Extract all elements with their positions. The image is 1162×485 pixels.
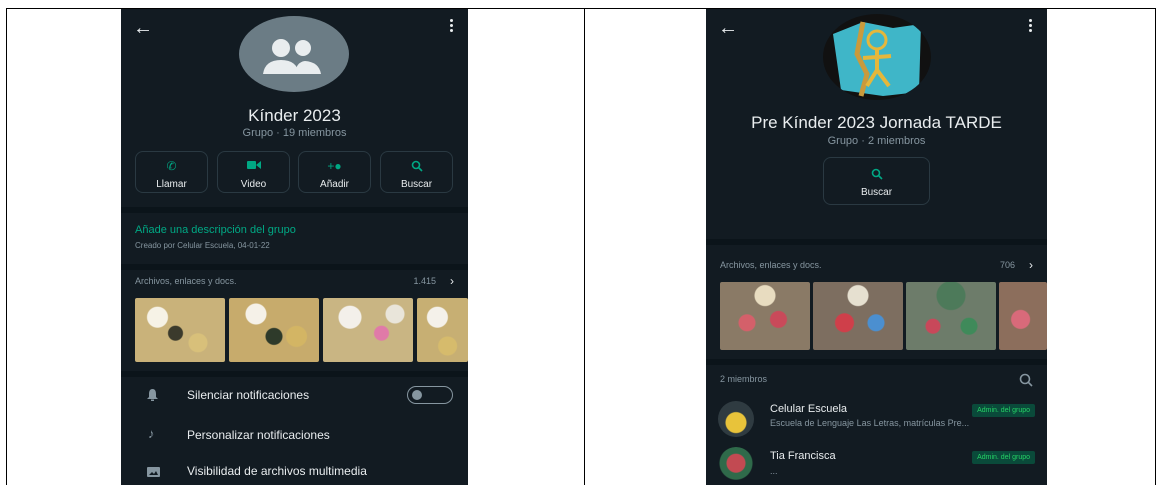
created-by-text: Creado por Celular Escuela, 04-01-22 [135,241,270,250]
phone-icon: ✆ [166,159,177,173]
more-options-icon[interactable] [450,19,454,34]
media-thumbnail[interactable] [813,282,903,350]
setting-custom-notifications[interactable]: ♪ Personalizar notificaciones [121,426,468,446]
avatar [718,401,754,437]
member-name: Tia Francisca [770,450,836,462]
add-description-link[interactable]: Añade una descripción del grupo [135,224,296,236]
media-header[interactable]: Archivos, enlaces y docs. 706 › [720,258,1033,272]
group-avatar[interactable] [239,16,349,92]
chevron-right-icon: › [450,274,454,288]
admin-badge: Admin. del grupo [972,451,1035,464]
section-separator [706,239,1047,245]
media-thumbnail[interactable] [135,298,225,362]
back-arrow-icon[interactable]: ← [133,17,153,40]
music-note-icon: ♪ [148,426,155,441]
chevron-right-icon: › [1029,258,1033,272]
video-icon [218,160,289,172]
media-thumbnail[interactable] [999,282,1047,350]
search-icon [824,168,929,180]
media-strip[interactable] [135,298,468,362]
search-members-icon[interactable] [1019,373,1033,392]
group-meta: Grupo · 2 miembros [827,135,926,147]
group-icon [263,39,321,74]
video-button[interactable]: Video [217,151,290,193]
school-logo-icon [833,21,921,97]
group-name: Pre Kínder 2023 Jornada TARDE [751,113,1002,132]
admin-badge: Admin. del grupo [972,404,1035,417]
setting-mute-notifications[interactable]: Silenciar notificaciones [121,384,468,410]
member-status: ... [770,466,778,476]
media-header[interactable]: Archivos, enlaces y docs. 1.415 › [135,274,454,288]
section-separator [121,371,468,377]
member-row[interactable]: Celular Escuela Escuela de Lenguaje Las … [706,399,1047,439]
call-button[interactable]: ✆ Llamar [135,151,208,193]
more-options-icon[interactable] [1029,19,1033,34]
image-icon [147,464,160,482]
add-button[interactable]: +● Añadir [298,151,371,193]
members-count: 2 miembros [720,374,768,384]
group-avatar[interactable] [823,14,931,100]
section-separator [121,264,468,270]
bell-icon [147,388,158,406]
media-thumbnail[interactable] [720,282,810,350]
member-name: Celular Escuela [770,403,848,415]
avatar [718,447,754,483]
section-separator [121,207,468,213]
section-separator [706,359,1047,365]
member-status: Escuela de Lenguaje Las Letras, matrícul… [770,418,970,428]
media-thumbnail[interactable] [323,298,413,362]
table-divider [584,9,585,485]
media-strip[interactable] [720,282,1047,350]
left-phone-screen: ← Kínder 2023 Grupo · 19 miembros ✆ Llam… [121,9,468,485]
group-name: Kínder 2023 [248,106,341,125]
media-thumbnail[interactable] [906,282,996,350]
member-row[interactable]: Tia Francisca ... Admin. del grupo [706,445,1047,485]
right-phone-screen: ← Pre Kínder 2023 Jornada TARDE Grupo · … [706,9,1047,485]
add-person-icon: +● [327,159,342,173]
search-button[interactable]: Buscar [380,151,453,193]
search-icon [381,160,452,172]
search-button[interactable]: Buscar [823,157,930,205]
media-thumbnail[interactable] [417,298,468,362]
media-thumbnail[interactable] [229,298,319,362]
mute-toggle[interactable] [407,386,453,404]
back-arrow-icon[interactable]: ← [718,17,738,40]
setting-media-visibility[interactable]: Visibilidad de archivos multimedia [121,462,468,482]
group-meta: Grupo · 19 miembros [242,127,347,139]
